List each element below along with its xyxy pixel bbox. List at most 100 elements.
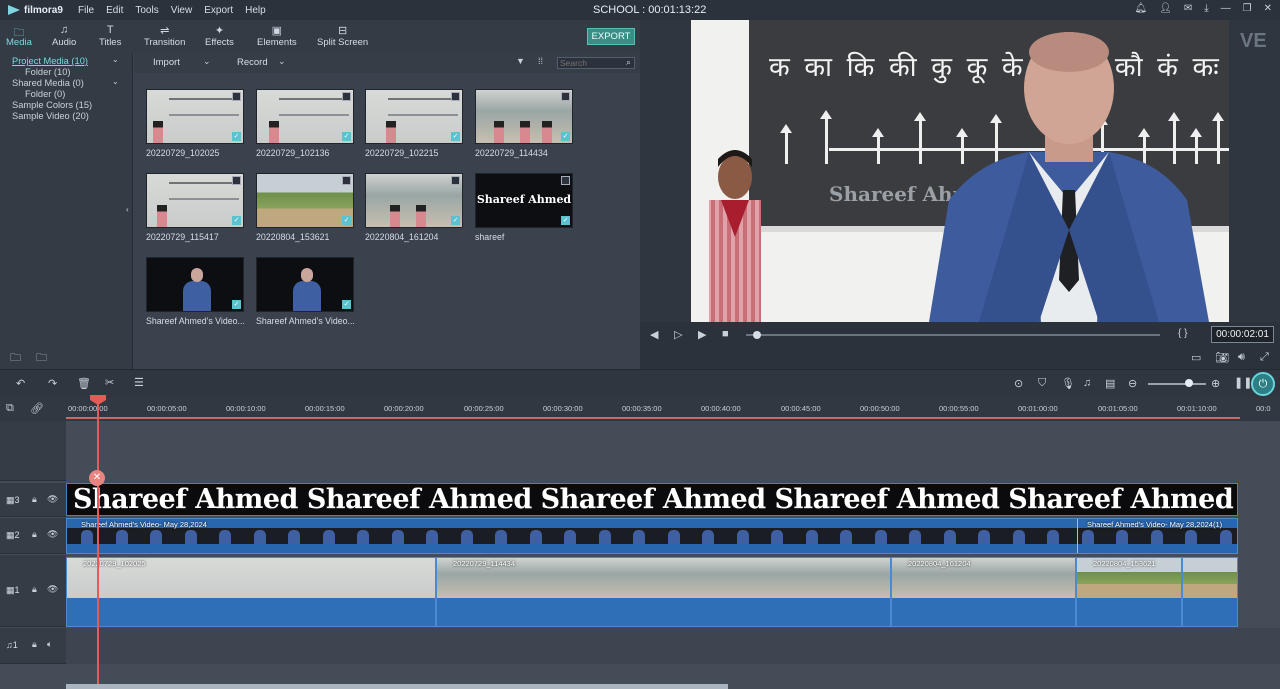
chevron-down-icon[interactable]: ⌄ (278, 56, 286, 67)
stop-icon[interactable]: ■ (722, 328, 729, 340)
media-thumb[interactable]: ✓ (146, 257, 244, 312)
chevron-down-icon[interactable]: ⌄ (203, 56, 211, 67)
brace-marker[interactable]: { } (1178, 328, 1187, 339)
eye-icon[interactable]: 👁︎ (47, 494, 58, 505)
progress-track[interactable] (746, 334, 1160, 336)
cut-icon[interactable]: ✂ (105, 376, 114, 389)
zoom-slider[interactable] (1148, 383, 1206, 385)
progress-handle[interactable] (753, 331, 761, 339)
collapse-arrow-icon[interactable]: ‹ (126, 205, 129, 214)
media-thumb[interactable]: ✓ (256, 89, 354, 144)
folder-icon[interactable]: 🗀︎ (36, 349, 47, 368)
chevron-down-icon[interactable]: ⌄ (112, 55, 119, 64)
video-clip[interactable] (1182, 557, 1238, 627)
lock-icon[interactable]: 🔒︎ (32, 494, 37, 505)
fullscreen-icon[interactable]: ⤢ (1260, 351, 1269, 364)
media-thumb[interactable]: ✓ (365, 89, 463, 144)
zoom-in-icon[interactable]: ⊕ (1211, 377, 1220, 390)
marker-icon[interactable]: ⛉ (1038, 377, 1046, 390)
microphone-icon[interactable]: 🎙︎ (1061, 377, 1075, 390)
media-thumb[interactable]: ✓ (256, 173, 354, 228)
tab-elements[interactable]: ▣ Elements (257, 24, 297, 48)
tab-titles[interactable]: T Titles (99, 24, 121, 48)
menu-icon[interactable]: ☰ (134, 376, 144, 389)
sidebar-item-sample-colors[interactable]: Sample Colors (15) (12, 100, 92, 110)
tab-split-screen[interactable]: ⊟ Split Screen (317, 24, 368, 48)
render-icon[interactable]: ⊙ (1014, 377, 1023, 390)
eye-icon[interactable]: 👁︎ (47, 529, 58, 540)
previous-frame-icon[interactable]: ◀ (650, 328, 658, 341)
display-icon[interactable]: ▭ (1191, 351, 1201, 364)
lock-icon[interactable]: 🔒︎ (32, 529, 37, 540)
search-box[interactable]: ⌕ (557, 57, 635, 69)
maximize-icon[interactable]: ❐ (1243, 3, 1252, 14)
redo-icon[interactable]: ↷ (48, 377, 57, 390)
sidebar-item-folder[interactable]: Folder (10) (25, 67, 70, 77)
zoom-out-icon[interactable]: ⊖ (1128, 377, 1137, 390)
media-thumb[interactable]: ✓ (365, 173, 463, 228)
tab-effects[interactable]: ✦ Effects (205, 24, 234, 48)
sidebar-item-shared-media[interactable]: Shared Media (0) (12, 78, 84, 88)
play-pause-icon[interactable]: ▷ (674, 328, 682, 341)
add-track-icon[interactable]: ⧉ (6, 402, 14, 415)
record-button[interactable]: Record (237, 57, 268, 68)
delete-icon[interactable]: 🗑︎ (77, 377, 91, 390)
play-icon[interactable]: ▶ (698, 328, 706, 341)
tab-audio[interactable]: ♫ Audio (52, 24, 76, 48)
tab-transition[interactable]: ⇌ Transition (144, 24, 185, 48)
horizontal-scrollbar[interactable] (66, 684, 728, 689)
undo-icon[interactable]: ↶ (16, 377, 25, 390)
playhead[interactable] (97, 397, 99, 689)
import-button[interactable]: Import (153, 57, 180, 68)
video-clip[interactable]: 20220729_114434 (436, 557, 891, 627)
mixer-icon[interactable]: ♫ (1083, 377, 1091, 389)
title-clip[interactable]: Shareef Ahmed Shareef Ahmed Shareef Ahme… (66, 483, 1238, 516)
preview-video[interactable]: क का कि की कु कू के कै को कौ कं कः Share… (691, 20, 1229, 322)
account-icon[interactable]: 👤︎ (1159, 3, 1172, 14)
mail-icon[interactable]: ✉ (1184, 3, 1192, 14)
menu-tools[interactable]: Tools (129, 5, 164, 16)
media-thumb[interactable]: ✓ (146, 173, 244, 228)
search-icon[interactable]: ⌕ (626, 57, 631, 68)
export-button[interactable]: EXPORT (587, 28, 635, 45)
subtitle-icon[interactable]: ▤ (1105, 377, 1115, 390)
pause-bars-icon[interactable]: ❚❚ (1234, 376, 1252, 389)
menu-file[interactable]: File (72, 5, 100, 16)
media-thumb[interactable]: ✓ (256, 257, 354, 312)
sidebar-item-sample-video[interactable]: Sample Video (20) (12, 111, 89, 121)
menu-view[interactable]: View (165, 5, 199, 16)
volume-icon[interactable]: 🔊︎ (1238, 351, 1245, 364)
download-icon[interactable]: ⤓ (1204, 3, 1208, 14)
snapshot-icon[interactable]: 📷︎ (1215, 351, 1229, 364)
tab-media[interactable]: 🗀︎ Media (6, 24, 32, 48)
scissors-marker-icon[interactable]: ✕ (89, 470, 105, 486)
search-input[interactable] (560, 58, 620, 68)
close-icon[interactable]: ✕ (1264, 3, 1272, 14)
notification-icon[interactable]: 🔔︎ (1134, 3, 1147, 14)
menu-help[interactable]: Help (239, 5, 272, 16)
new-folder-icon[interactable]: 🗀︎ (10, 349, 21, 368)
lock-icon[interactable]: 🔒︎ (32, 639, 37, 650)
grid-view-icon[interactable]: ⁞⁞ (538, 56, 543, 66)
sidebar-item-project-media[interactable]: Project Media (10) (12, 56, 88, 66)
eye-icon[interactable]: 👁︎ (47, 584, 58, 595)
media-thumb[interactable]: ✓ (475, 89, 573, 144)
media-thumb[interactable]: ✓ (146, 89, 244, 144)
media-thumb[interactable]: Shareef Ahmed ✓ (475, 173, 573, 228)
minimize-icon[interactable]: — (1221, 3, 1231, 14)
menu-edit[interactable]: Edit (100, 5, 129, 16)
zoom-slider-handle[interactable] (1184, 379, 1193, 387)
video-clip[interactable]: 20220804_161204 (891, 557, 1076, 627)
lock-icon[interactable]: 🔒︎ (32, 584, 37, 595)
link-icon[interactable]: 🔗︎ (30, 402, 44, 415)
chevron-down-icon[interactable]: ⌄ (112, 77, 119, 86)
sidebar-item-shared-folder[interactable]: Folder (0) (25, 89, 65, 99)
speaker-icon[interactable]: 🔈︎ (47, 639, 52, 650)
filter-icon[interactable]: ▼ (516, 56, 525, 66)
video-clip[interactable]: 20220804_153621 (1076, 557, 1182, 627)
menu-export[interactable]: Export (198, 5, 239, 16)
video-clip[interactable]: 20220729_102025 (66, 557, 436, 627)
power-button[interactable]: ⏻ (1251, 372, 1275, 396)
timeline-ruler[interactable]: ⧉ 🔗︎ 00:00:00:00 00:00:05:00 00:00:10:00… (0, 397, 1280, 421)
presenter-video-clip[interactable]: Shareef Ahmed's Video- May 28,2024 Share… (66, 518, 1238, 554)
